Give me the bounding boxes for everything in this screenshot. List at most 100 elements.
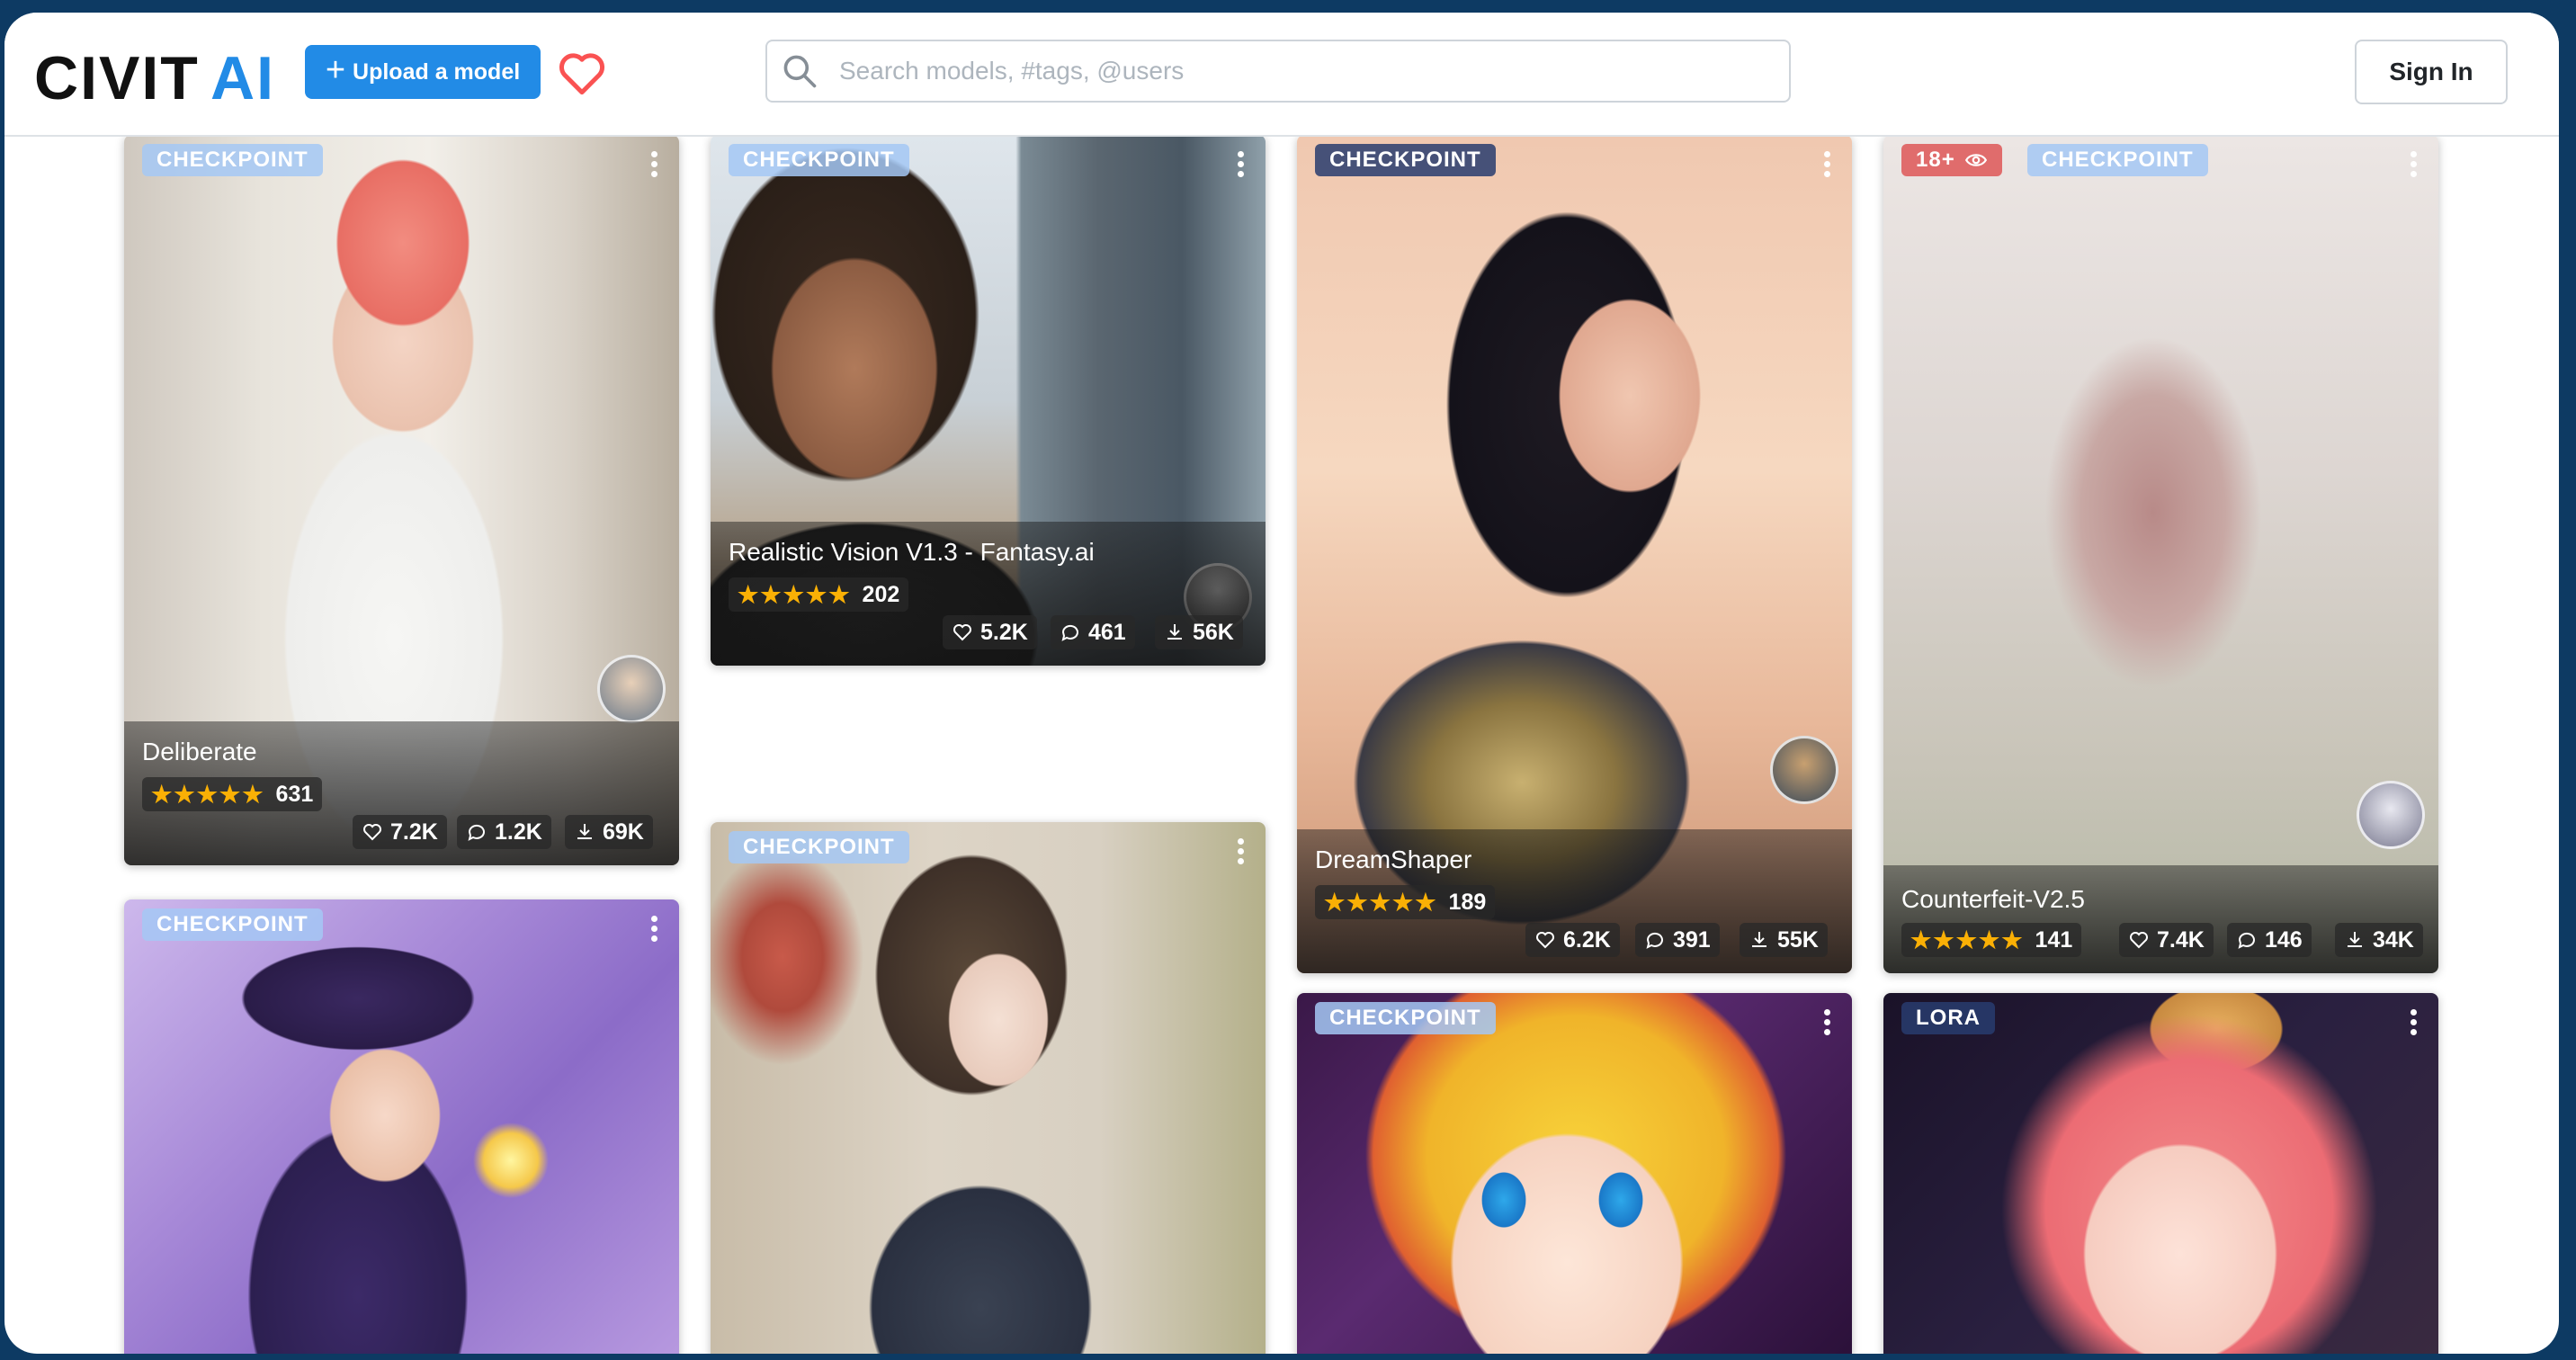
downloads-count: 69K	[603, 819, 644, 845]
upload-model-label: Upload a model	[353, 58, 521, 85]
model-card-dreamshaper[interactable]: CHECKPOINT DreamShaper ★★★★★ 189 6.2K 39…	[1297, 135, 1852, 973]
card-info-panel: Deliberate ★★★★★ 631 7.2K 1.2K 69K	[124, 721, 679, 865]
download-icon	[1752, 932, 1767, 947]
model-card-counterfeit[interactable]: 18+ CHECKPOINT Counterfeit-V2.5 ★★★★★ 14…	[1883, 135, 2438, 973]
type-badge: CHECKPOINT	[1315, 144, 1496, 176]
rating-badge: ★★★★★ 189	[1315, 885, 1496, 919]
card-image	[124, 899, 679, 1354]
likes-stat: 6.2K	[1525, 923, 1620, 957]
model-card-realistic-vision[interactable]: CHECKPOINT Realistic Vision V1.3 - Fanta…	[711, 135, 1266, 666]
heart-outline-icon	[1536, 932, 1554, 949]
creator-avatar[interactable]	[1770, 736, 1838, 804]
card-image	[1297, 993, 1852, 1354]
search-input[interactable]	[837, 56, 1740, 86]
app-window: CIVIT AI + Upload a model Sign In CHECKP…	[4, 13, 2559, 1354]
comments-stat: 391	[1635, 923, 1720, 957]
rating-count: 631	[275, 781, 314, 807]
rating-badge: ★★★★★ 202	[729, 577, 909, 612]
card-menu-button[interactable]	[643, 912, 665, 952]
plus-icon: +	[325, 51, 346, 89]
downloads-count: 55K	[1777, 926, 1819, 953]
comment-icon	[1646, 932, 1663, 949]
creator-avatar[interactable]	[2357, 781, 2425, 849]
comments-count: 146	[2265, 926, 2303, 953]
card-image-blurred	[1883, 135, 2438, 973]
card-menu-button[interactable]	[1230, 835, 1251, 874]
heart-outline-icon	[953, 624, 971, 641]
sign-in-button[interactable]: Sign In	[2355, 40, 2508, 104]
card-menu-button[interactable]	[643, 148, 665, 187]
download-icon	[1167, 624, 1182, 640]
comment-icon	[468, 824, 485, 841]
model-title: Deliberate	[142, 738, 257, 765]
rating-count: 189	[1448, 889, 1487, 915]
heart-outline-icon	[363, 824, 381, 841]
top-header: CIVIT AI + Upload a model Sign In	[4, 13, 2559, 137]
likes-count: 5.2K	[980, 619, 1028, 645]
nsfw-badge: 18+	[1901, 144, 2002, 176]
card-menu-button[interactable]	[1816, 1006, 1838, 1045]
search-icon	[783, 55, 817, 88]
upload-model-button[interactable]: + Upload a model	[305, 45, 541, 99]
card-menu-button[interactable]	[1230, 148, 1251, 187]
likes-count: 6.2K	[1563, 926, 1611, 953]
type-badge: CHECKPOINT	[2027, 144, 2208, 176]
model-card-anime[interactable]: CHECKPOINT	[1297, 993, 1852, 1354]
model-card-lora[interactable]: LORA	[1883, 993, 2438, 1354]
creator-avatar[interactable]	[597, 655, 666, 723]
likes-count: 7.4K	[2157, 926, 2205, 953]
svg-text:CIVIT: CIVIT	[34, 47, 200, 110]
card-info-panel: Counterfeit-V2.5 ★★★★★ 141 7.4K 146 34K	[1883, 865, 2438, 973]
comments-stat: 146	[2227, 923, 2312, 957]
nsfw-label: 18+	[1916, 148, 1955, 172]
downloads-count: 34K	[2373, 926, 2414, 953]
downloads-count: 56K	[1193, 619, 1234, 645]
likes-stat: 7.4K	[2119, 923, 2214, 957]
star-rating-icon: ★★★★★	[1324, 888, 1438, 916]
star-rating-icon: ★★★★★	[738, 580, 852, 608]
rating-badge: ★★★★★ 631	[142, 777, 323, 811]
card-image	[711, 822, 1266, 1354]
download-icon	[577, 824, 592, 839]
comments-count: 391	[1673, 926, 1711, 953]
eye-icon[interactable]	[1964, 148, 1988, 172]
civitai-logo[interactable]: CIVIT AI	[34, 47, 291, 110]
heart-icon	[559, 53, 605, 95]
type-badge: CHECKPOINT	[142, 908, 323, 941]
downloads-stat: 34K	[2335, 923, 2423, 957]
card-info-panel: DreamShaper ★★★★★ 189 6.2K 391 55K	[1297, 829, 1852, 973]
type-badge: CHECKPOINT	[1315, 1002, 1496, 1034]
svg-text:AI: AI	[210, 47, 275, 110]
model-title: DreamShaper	[1315, 846, 1472, 873]
download-icon	[2348, 932, 2362, 947]
downloads-stat: 55K	[1740, 923, 1828, 957]
comments-count: 1.2K	[495, 819, 542, 845]
card-menu-button[interactable]	[1816, 148, 1838, 187]
model-card-elf[interactable]: CHECKPOINT	[711, 822, 1266, 1354]
downloads-stat: 69K	[565, 815, 653, 849]
likes-stat: 5.2K	[943, 615, 1037, 649]
comments-count: 461	[1088, 619, 1126, 645]
comments-stat: 1.2K	[457, 815, 551, 849]
model-title: Realistic Vision V1.3 - Fantasy.ai	[729, 538, 1095, 566]
favorites-button[interactable]	[551, 45, 613, 101]
card-menu-button[interactable]	[2402, 1006, 2424, 1045]
comment-icon	[2238, 932, 2255, 949]
type-badge: CHECKPOINT	[729, 144, 909, 176]
likes-count: 7.2K	[390, 819, 438, 845]
card-info-panel: Realistic Vision V1.3 - Fantasy.ai ★★★★★…	[711, 522, 1266, 666]
card-image	[1883, 993, 2438, 1354]
star-rating-icon: ★★★★★	[1910, 926, 2025, 953]
comments-stat: 461	[1051, 615, 1135, 649]
card-menu-button[interactable]	[2402, 148, 2424, 187]
rating-badge: ★★★★★ 141	[1901, 923, 2082, 957]
type-badge: LORA	[1901, 1002, 1995, 1034]
model-card-deliberate[interactable]: CHECKPOINT Deliberate ★★★★★ 631 7.2K 1.2…	[124, 135, 679, 865]
model-card-witch[interactable]: CHECKPOINT	[124, 899, 679, 1354]
search-bar[interactable]	[765, 40, 1791, 103]
type-badge: CHECKPOINT	[729, 831, 909, 863]
comment-icon	[1061, 624, 1078, 641]
heart-outline-icon	[2130, 932, 2148, 949]
model-title: Counterfeit-V2.5	[1901, 885, 2085, 913]
type-badge: CHECKPOINT	[142, 144, 323, 176]
